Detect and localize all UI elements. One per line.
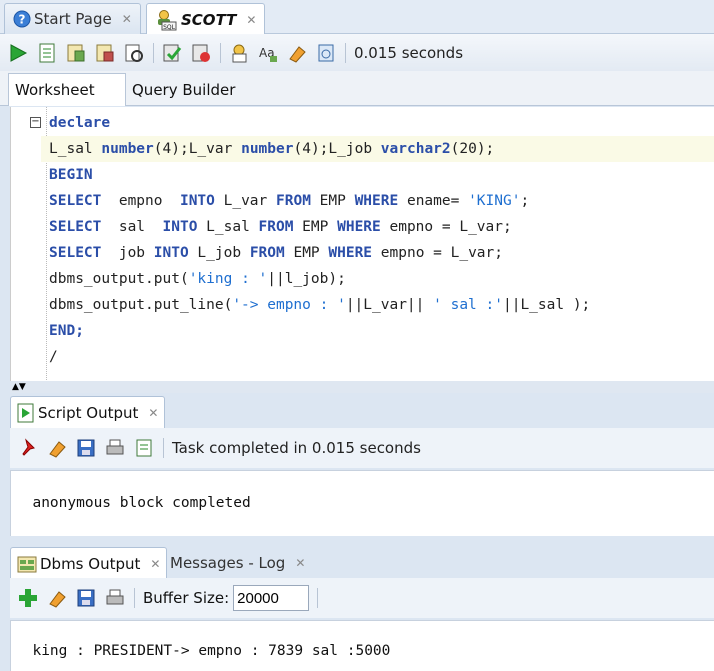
save-icon[interactable] — [76, 438, 96, 458]
tab-label: Dbms Output — [40, 554, 141, 573]
code-line: END; — [49, 323, 84, 339]
tab-messages-log[interactable]: Messages - Log ✕ — [164, 547, 311, 579]
to-upper-lower-icon[interactable]: Aa — [258, 43, 278, 63]
sql-connection-icon: SQL — [155, 9, 177, 31]
close-icon[interactable]: ✕ — [148, 406, 158, 420]
toolbar-separator — [134, 588, 135, 608]
tab-label: Script Output — [38, 403, 139, 422]
close-icon[interactable]: ✕ — [295, 556, 305, 570]
clear-eraser-icon[interactable] — [47, 438, 67, 458]
code-text: SELECT job INTO L_job FROM EMP WHERE emp… — [49, 245, 503, 261]
run-script-icon[interactable] — [37, 43, 57, 63]
tab-label: SCOTT — [181, 10, 237, 29]
dbms-output-text: king : PRESIDENT-> empno : 7839 sal :500… — [32, 643, 391, 659]
toolbar-separator — [317, 588, 319, 608]
task-status-text: Task completed in 0.015 seconds — [172, 439, 421, 457]
buffer-size-label: Buffer Size: — [143, 589, 230, 607]
clear-eraser-icon[interactable] — [287, 43, 307, 63]
script-output-icon — [17, 403, 35, 423]
code-line: dbms_output.put('king : '||l_job); — [49, 266, 346, 292]
clear-eraser-icon[interactable] — [47, 588, 67, 608]
execution-time-text: 0.015 seconds — [354, 43, 464, 62]
code-line: SELECT empno INTO L_var FROM EMP WHERE e… — [49, 188, 529, 214]
code-line: BEGIN — [49, 167, 93, 183]
code-text: L_sal number(4);L_var number(4);L_job va… — [49, 141, 495, 157]
sql-editor[interactable]: − declare L_sal number(4);L_var number(4… — [10, 107, 714, 382]
tab-worksheet[interactable]: Worksheet — [8, 73, 126, 106]
worksheet-tab-bar: Worksheet Query Builder — [0, 71, 714, 106]
run-statement-icon[interactable] — [8, 43, 28, 63]
splitter-arrows[interactable]: ▲▼ — [10, 381, 714, 393]
script-output-toolbar: Task completed in 0.015 seconds — [10, 428, 714, 468]
code-text: dbms_output.put_line('-> empno : '||L_va… — [49, 297, 591, 313]
close-icon[interactable]: ✕ — [246, 13, 256, 27]
toolbar-separator — [345, 42, 346, 63]
worksheet-toolbar: Aa 0.015 seconds — [0, 34, 714, 71]
dbms-output-text-area[interactable]: king : PRESIDENT-> empno : 7839 sal :500… — [10, 620, 714, 671]
pin-icon[interactable] — [18, 438, 38, 458]
sql-history-icon[interactable] — [316, 43, 336, 63]
code-line: / — [49, 344, 58, 370]
svg-text:?: ? — [19, 13, 26, 27]
code-line: SELECT sal INTO L_sal FROM EMP WHERE emp… — [49, 214, 512, 240]
script-output-text: anonymous block completed — [32, 495, 251, 511]
tab-script-output[interactable]: Script Output ✕ — [10, 396, 166, 428]
collapse-icon[interactable]: − — [30, 117, 41, 128]
explain-plan-icon[interactable] — [95, 43, 115, 63]
svg-text:SQL: SQL — [163, 24, 176, 31]
dbms-output-toolbar: Buffer Size: — [10, 578, 714, 618]
toolbar-separator — [153, 42, 154, 63]
dbms-output-icon — [17, 554, 37, 574]
tab-dbms-output[interactable]: Dbms Output ✕ — [10, 547, 168, 579]
tab-start-page[interactable]: ? Start Page ✕ — [4, 3, 141, 34]
toolbar-separator — [163, 438, 164, 458]
code-line: declare — [49, 115, 111, 131]
code-text: SELECT sal INTO L_sal FROM EMP WHERE emp… — [49, 219, 512, 235]
unshared-worksheet-icon[interactable] — [229, 43, 249, 63]
code-text: dbms_output.put('king : '||l_job); — [49, 271, 346, 287]
close-icon[interactable]: ✕ — [150, 557, 160, 571]
script-output-tab-bar: Script Output ✕ — [0, 394, 714, 428]
autotrace-icon[interactable] — [66, 43, 86, 63]
buffer-size-input[interactable] — [233, 585, 310, 611]
tab-scott[interactable]: SQL SCOTT ✕ — [146, 3, 266, 35]
rollback-icon[interactable] — [191, 43, 211, 63]
close-icon[interactable]: ✕ — [122, 12, 132, 26]
help-icon: ? — [13, 10, 31, 28]
commit-icon[interactable] — [162, 43, 182, 63]
code-text: SELECT empno INTO L_var FROM EMP WHERE e… — [49, 193, 530, 209]
tab-label: Start Page — [34, 10, 112, 28]
toolbar-separator — [220, 42, 221, 63]
print-icon[interactable] — [105, 588, 125, 608]
script-output-text-area[interactable]: anonymous block completed — [10, 470, 714, 536]
save-icon[interactable] — [76, 588, 96, 608]
tab-query-builder[interactable]: Query Builder — [126, 73, 245, 106]
dbms-output-tab-bar: Dbms Output ✕ Messages - Log ✕ — [0, 545, 714, 579]
print-icon[interactable] — [105, 438, 125, 458]
code-line: SELECT job INTO L_job FROM EMP WHERE emp… — [49, 240, 503, 266]
code-line: L_sal number(4);L_var number(4);L_job va… — [41, 136, 714, 162]
code-text: / — [49, 349, 58, 365]
sql-tuning-icon[interactable] — [124, 43, 144, 63]
document-tab-bar: ? Start Page ✕ SQL SCOTT ✕ — [0, 0, 714, 35]
tab-label: Messages - Log — [170, 554, 286, 572]
add-connection-icon[interactable] — [18, 588, 38, 608]
code-line: dbms_output.put_line('-> empno : '||L_va… — [49, 292, 590, 318]
open-output-icon[interactable] — [134, 438, 154, 458]
